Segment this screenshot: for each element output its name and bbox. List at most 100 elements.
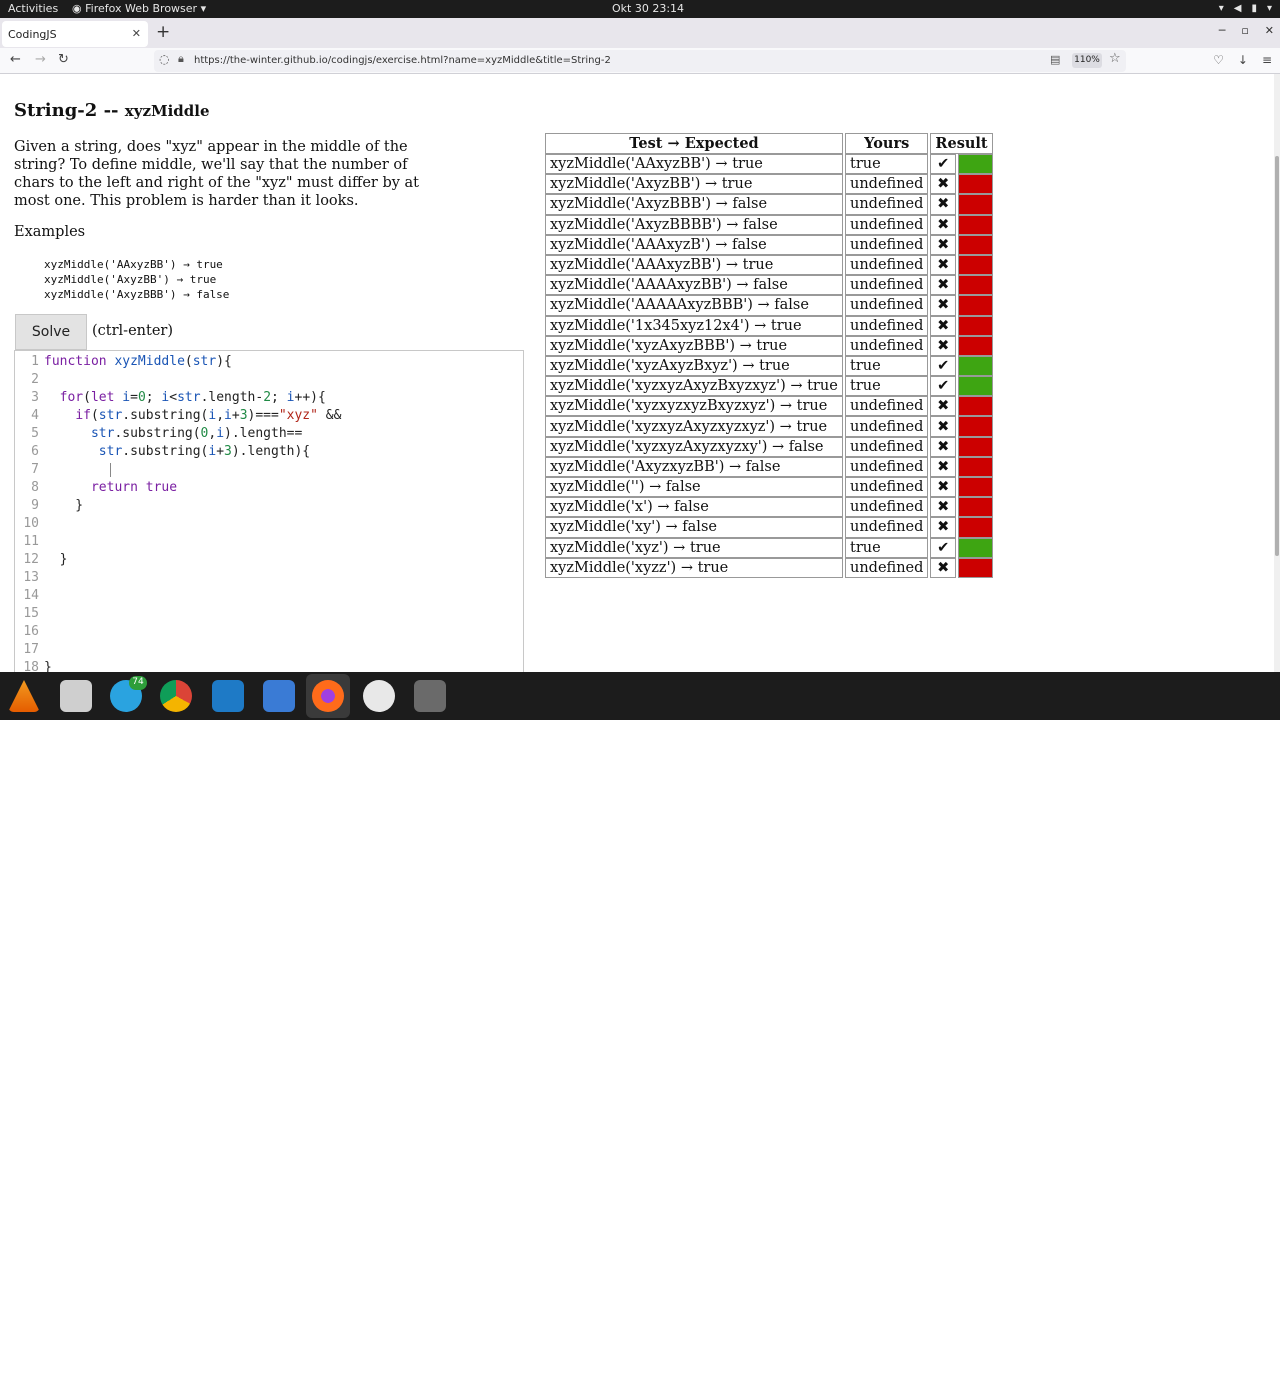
code-line[interactable]: 10 (15, 516, 523, 534)
code-text[interactable]: } (39, 660, 52, 672)
menu-icon[interactable]: ≡ (1262, 53, 1272, 67)
code-editor[interactable]: 1 function xyzMiddle(str){2 3 for(let i=0;… (14, 350, 524, 672)
new-tab-button[interactable]: + (156, 22, 170, 42)
code-text[interactable]: return true (39, 480, 177, 495)
result-color-fail (957, 254, 993, 276)
code-text[interactable]: str.substring(0,i).length== (39, 426, 302, 441)
code-line[interactable]: 8 return true (15, 480, 523, 498)
page-content: String-2 -- xyzMiddle Given a string, do… (0, 74, 1274, 672)
text-editor-icon[interactable] (263, 680, 295, 712)
result-color-fail (957, 275, 993, 296)
vscode-icon[interactable] (212, 680, 244, 712)
url-text[interactable]: https://the-winter.github.io/codingjs/ex… (194, 55, 611, 66)
result-row: xyzMiddle('') → false undefined ✖ (545, 477, 993, 498)
result-row: xyzMiddle('xyzAxyzBBB') → true undefined ✖ (545, 335, 993, 356)
code-line[interactable]: 13 (15, 570, 523, 588)
result-mark: ✖ (930, 456, 956, 477)
battery-icon: ▮ (1251, 3, 1257, 14)
result-row: xyzMiddle('AAxyzBB') → true true ✔ (545, 154, 993, 175)
lock-icon[interactable]: 🔒︎ (178, 52, 184, 66)
code-text[interactable]: for(let i=0; i<str.length-2; i++){ (39, 390, 326, 405)
code-line[interactable]: 3 for(let i=0; i<str.length-2; i++){ (15, 390, 523, 408)
page-scrollbar[interactable] (1274, 74, 1280, 672)
pocket-icon[interactable]: ♡ (1213, 53, 1224, 67)
code-text[interactable]: function xyzMiddle(str){ (39, 354, 232, 369)
forward-icon[interactable]: → (35, 52, 46, 67)
result-color-fail (957, 214, 993, 235)
line-number: 7 (31, 462, 39, 477)
result-mark: ✖ (930, 194, 956, 215)
code-line[interactable]: 6 str.substring(i+3).length){ (15, 444, 523, 462)
scrollbar-thumb[interactable] (1275, 156, 1279, 556)
code-line[interactable]: 7 (15, 462, 523, 480)
yours-cell: true (845, 154, 929, 175)
code-text[interactable]: if(str.substring(i,i+3)==="xyz" && (39, 408, 341, 423)
firefox-icon[interactable] (312, 680, 344, 712)
code-line[interactable]: 9 } (15, 498, 523, 516)
code-line[interactable]: 11 (15, 534, 523, 552)
show-apps-icon[interactable] (1243, 1358, 1265, 1380)
result-color-pass (957, 355, 993, 377)
obs-icon[interactable] (363, 680, 395, 712)
apps-grid-dot (1259, 1374, 1263, 1378)
test-cell: xyzMiddle('AAAxyzBB') → true (545, 254, 843, 276)
back-icon[interactable]: ← (10, 52, 21, 67)
vlc-icon[interactable] (8, 680, 40, 712)
code-line[interactable]: 1 function xyzMiddle(str){ (15, 354, 523, 372)
result-row: xyzMiddle('AxyzBB') → true undefined ✖ (545, 174, 993, 195)
minimize-icon[interactable]: ─ (1219, 24, 1226, 37)
system-tray[interactable]: ▾ ◀ ▮ ▾ (1219, 3, 1272, 14)
test-cell: xyzMiddle('AxyzBBB') → false (545, 194, 843, 215)
code-text[interactable]: } (39, 552, 68, 567)
result-color-fail (957, 456, 993, 477)
code-line[interactable]: 18} (15, 660, 523, 672)
close-window-icon[interactable]: ✕ (1265, 24, 1274, 37)
apps-grid-dot (1243, 1358, 1247, 1362)
ssd-icon[interactable] (414, 680, 446, 712)
url-bar[interactable]: ◌ 🔒︎ https://the-winter.github.io/coding… (154, 50, 1126, 72)
reload-icon[interactable]: ↻ (58, 52, 69, 67)
code-line[interactable]: 16 (15, 624, 523, 642)
result-mark: ✖ (930, 557, 956, 578)
activities-button[interactable]: Activities (8, 2, 58, 15)
zoom-level[interactable]: 110% (1072, 53, 1102, 68)
app-menu[interactable]: ◉ Firefox Web Browser ▾ (72, 2, 206, 15)
files-icon[interactable] (60, 680, 92, 712)
clock[interactable]: Okt 30 23:14 (612, 2, 684, 15)
shield-icon[interactable]: ◌ (159, 52, 169, 66)
downloads-icon[interactable]: ↓ (1238, 53, 1248, 67)
reader-view-icon[interactable]: ▤ (1050, 53, 1060, 66)
test-cell: xyzMiddle('xy') → false (545, 517, 843, 538)
test-cell: xyzMiddle('AAAxyzB') → false (545, 234, 843, 255)
yours-cell: undefined (845, 254, 929, 276)
yours-cell: true (845, 376, 929, 397)
solve-button[interactable]: Solve (15, 314, 87, 350)
result-row: xyzMiddle('xyzxyzxyzBxyzxyz') → true unde… (545, 396, 993, 417)
code-line[interactable]: 2 (15, 372, 523, 390)
text-cursor (110, 463, 111, 477)
code-text[interactable]: } (39, 498, 83, 513)
result-color-fail (957, 416, 993, 437)
code-line[interactable]: 5 str.substring(0,i).length== (15, 426, 523, 444)
code-line[interactable]: 15 (15, 606, 523, 624)
code-line[interactable]: 17 (15, 642, 523, 660)
code-line[interactable]: 12 } (15, 552, 523, 570)
bookmark-star-icon[interactable]: ☆ (1109, 51, 1121, 66)
line-number: 13 (23, 570, 39, 585)
chrome-icon[interactable] (160, 680, 192, 712)
result-row: xyzMiddle('AAAAAxyzBBB') → false undefine… (545, 295, 993, 316)
close-tab-icon[interactable]: ✕ (132, 27, 141, 40)
window-controls: ─ ▫ ✕ (1219, 24, 1274, 37)
test-cell: xyzMiddle('AxyzBB') → true (545, 174, 843, 195)
tab-codingjs[interactable]: CodingJS ✕ (2, 21, 148, 47)
results-header-row: Test → Expected Yours Result (545, 133, 993, 154)
result-color-fail (957, 436, 993, 457)
restore-icon[interactable]: ▫ (1241, 24, 1248, 37)
code-line[interactable]: 14 (15, 588, 523, 606)
example-item: xyzMiddle('AAxyzBB') → true (44, 258, 223, 271)
code-text[interactable]: str.substring(i+3).length){ (39, 444, 310, 459)
result-mark: ✖ (930, 335, 956, 356)
result-color-fail (957, 315, 993, 336)
result-color-fail (957, 396, 993, 417)
code-line[interactable]: 4 if(str.substring(i,i+3)==="xyz" && (15, 408, 523, 426)
